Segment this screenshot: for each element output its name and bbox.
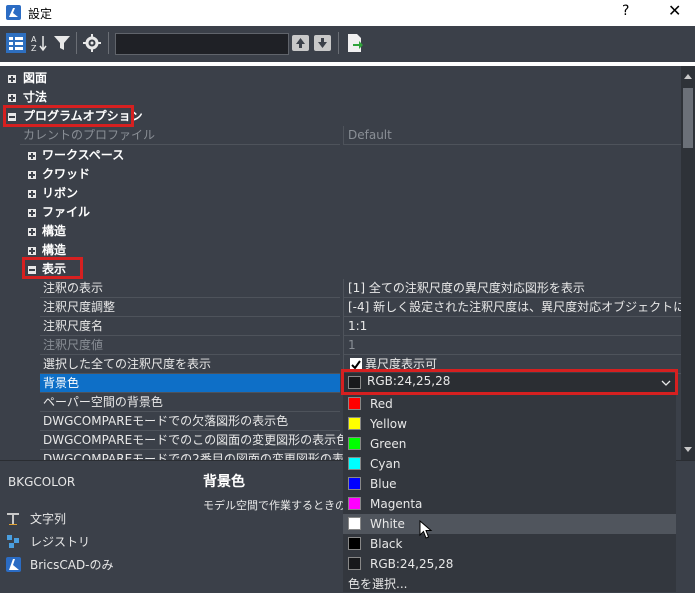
- settings-icon[interactable]: [82, 33, 102, 53]
- scroll-up-icon[interactable]: [684, 74, 692, 79]
- link-registry[interactable]: レジストリ: [6, 532, 186, 552]
- subcategory-display[interactable]: 表示: [0, 260, 681, 279]
- expand-icon[interactable]: [28, 247, 36, 255]
- current-profile-row: カレントのプロファイル Default: [0, 126, 681, 145]
- categorized-view-icon[interactable]: [6, 33, 26, 53]
- subcategory-structure[interactable]: 構造: [0, 222, 681, 241]
- expand-icon[interactable]: [28, 209, 36, 217]
- svg-text:Z: Z: [31, 44, 37, 53]
- color-option-magenta[interactable]: Magenta: [343, 494, 676, 514]
- mouse-cursor-icon: [419, 520, 433, 539]
- description-text: モデル空間で作業するときの背: [203, 499, 357, 512]
- toolbar: AZ: [0, 26, 695, 62]
- svg-text:A: A: [31, 35, 37, 44]
- close-button[interactable]: ✕: [668, 1, 681, 20]
- color-option-rgb[interactable]: RGB:24,25,28: [343, 554, 676, 574]
- subcategory-structure-2[interactable]: 構造: [0, 241, 681, 260]
- property-row[interactable]: 注釈尺度調整 [-4] 新しく設定された注釈尺度は、異尺度対応オブジェクトに追加…: [0, 298, 681, 317]
- expand-icon[interactable]: [8, 75, 16, 83]
- filter-icon[interactable]: [52, 33, 72, 53]
- category-drawing[interactable]: 図面: [0, 69, 681, 88]
- variable-name: BKGCOLOR: [8, 475, 76, 489]
- help-button[interactable]: ?: [622, 3, 629, 19]
- bricscad-icon: [6, 557, 21, 572]
- subcategory-ribbon[interactable]: リボン: [0, 184, 681, 203]
- color-option-yellow[interactable]: Yellow: [343, 414, 676, 434]
- registry-icon: [7, 535, 19, 548]
- subcategory-workspace[interactable]: ワークスペース: [0, 146, 681, 165]
- select-color-option[interactable]: 色を選択...: [343, 574, 676, 594]
- title-bar: 設定 ? ✕: [0, 0, 695, 26]
- subcategory-file[interactable]: ファイル: [0, 203, 681, 222]
- window-title: 設定: [28, 7, 53, 21]
- color-option-red[interactable]: Red: [343, 394, 676, 414]
- property-row: 注釈尺度値 1: [0, 336, 681, 355]
- color-option-cyan[interactable]: Cyan: [343, 454, 676, 474]
- link-bricscad[interactable]: BricsCAD-のみ: [6, 555, 186, 575]
- color-option-black[interactable]: Black: [343, 534, 676, 554]
- scroll-down-icon[interactable]: [684, 447, 692, 452]
- highlight-background-color: [341, 369, 678, 395]
- expand-icon[interactable]: [28, 190, 36, 198]
- color-option-blue[interactable]: Blue: [343, 474, 676, 494]
- arrow-up-icon[interactable]: [291, 33, 311, 53]
- expand-icon[interactable]: [28, 152, 36, 160]
- sort-az-icon[interactable]: AZ: [30, 33, 50, 53]
- expand-icon[interactable]: [28, 228, 36, 236]
- link-text[interactable]: 文字列: [6, 509, 186, 529]
- expand-icon[interactable]: [28, 171, 36, 179]
- highlight-display: [22, 257, 83, 279]
- vertical-scrollbar[interactable]: [681, 66, 695, 460]
- arrow-down-icon[interactable]: [313, 33, 333, 53]
- scroll-thumb[interactable]: [683, 88, 693, 148]
- color-dropdown-list: Red Yellow Green Cyan Blue Magenta White…: [343, 393, 676, 592]
- description-heading: 背景色: [203, 474, 245, 490]
- expand-icon[interactable]: [8, 94, 16, 102]
- color-option-white[interactable]: White: [343, 514, 676, 534]
- text-icon: [7, 513, 19, 525]
- subcategory-quad[interactable]: クワッド: [0, 165, 681, 184]
- export-icon[interactable]: [345, 33, 365, 53]
- bricscad-app-icon: [6, 5, 21, 20]
- property-row[interactable]: 注釈の表示 [1] 全ての注釈尺度の異尺度対応図形を表示: [0, 279, 681, 298]
- search-input[interactable]: [115, 33, 289, 55]
- property-row[interactable]: 注釈尺度名 1:1: [0, 317, 681, 336]
- color-option-green[interactable]: Green: [343, 434, 676, 454]
- highlight-program-options: [3, 105, 134, 127]
